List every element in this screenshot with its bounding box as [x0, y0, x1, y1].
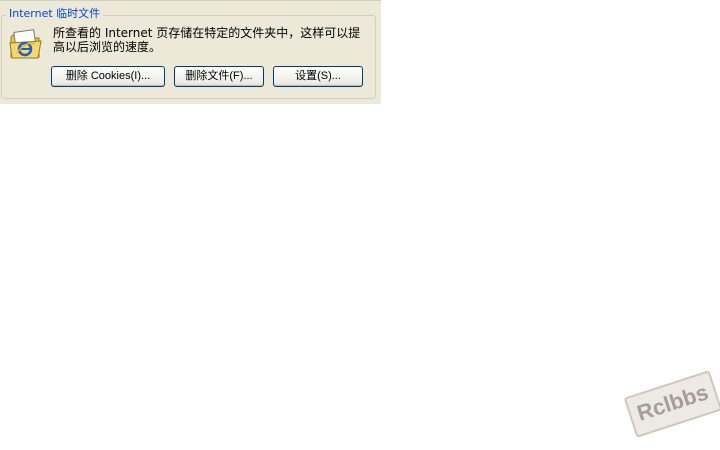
internet-temp-files-panel: Internet 临时文件 所查看的 Internet 页存储在特定的文件夹中，…	[0, 0, 381, 104]
delete-cookies-button[interactable]: 删除 Cookies(I)...	[51, 66, 165, 87]
top-divider	[0, 0, 381, 1]
group-title: Internet 临时文件	[6, 7, 104, 21]
ie-folder-icon	[8, 28, 44, 62]
delete-files-button[interactable]: 删除文件(F)...	[174, 66, 264, 87]
settings-button[interactable]: 设置(S)...	[273, 66, 363, 87]
watermark-logo: Rclbbs	[623, 370, 720, 438]
description-text: 所查看的 Internet 页存储在特定的文件夹中，这样可以提高以后浏览的速度。	[53, 26, 361, 54]
